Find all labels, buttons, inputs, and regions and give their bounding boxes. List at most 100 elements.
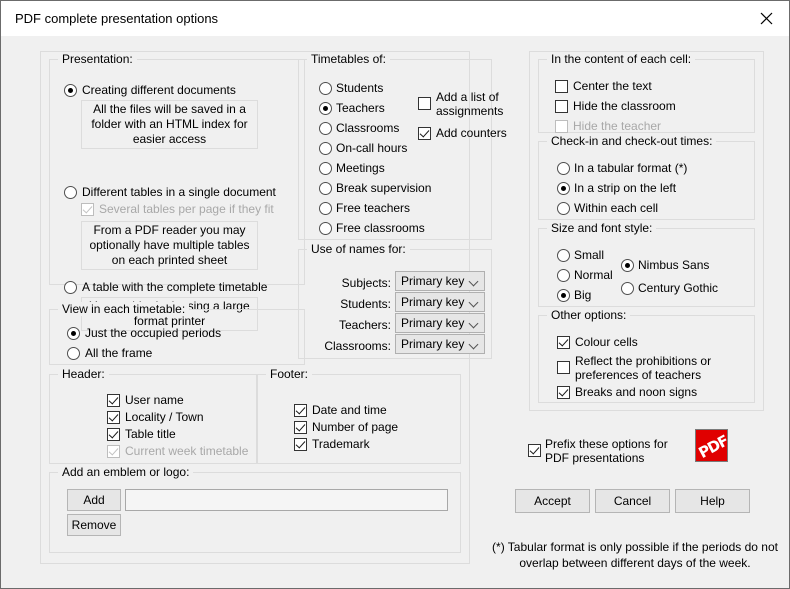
use-of-names-legend: Use of names for: <box>307 242 410 256</box>
checkbox-date-and-time[interactable] <box>294 404 307 417</box>
label-size-big: Big <box>574 288 592 302</box>
checkbox-reflect-prohibitions[interactable] <box>557 361 570 374</box>
checkbox-hide-the-teacher[interactable] <box>555 120 568 133</box>
label-creating-different-documents: Creating different documents <box>82 83 236 97</box>
label-students-names: Students: <box>340 297 391 311</box>
radio-free-teachers[interactable] <box>319 202 332 215</box>
checkbox-add-counters[interactable] <box>418 127 431 140</box>
label-free-teachers: Free teachers <box>336 201 411 215</box>
label-colour-cells: Colour cells <box>575 335 638 349</box>
checkbox-breaks-noon-signs[interactable] <box>557 386 570 399</box>
label-add-counters: Add counters <box>436 126 507 140</box>
label-classrooms-names: Classrooms: <box>324 339 391 353</box>
remove-button[interactable]: Remove <box>67 514 121 536</box>
label-font-century-gothic: Century Gothic <box>638 281 719 295</box>
label-current-week-timetable: Current week timetable <box>125 444 249 458</box>
combo-subjects[interactable]: Primary key <box>395 271 485 291</box>
radio-classrooms[interactable] <box>319 122 332 135</box>
label-size-small: Small <box>574 248 605 262</box>
label-size-normal: Normal <box>574 268 613 282</box>
size-font-style-legend: Size and font style: <box>547 221 657 235</box>
checkin-times-legend: Check-in and check-out times: <box>547 134 717 148</box>
view-in-each-timetable-legend: View in each timetable: <box>58 302 190 316</box>
label-in-a-strip-on-the-left: In a strip on the left <box>574 181 677 195</box>
checkbox-colour-cells[interactable] <box>557 336 570 349</box>
footnote-text: (*) Tabular format is only possible if t… <box>492 540 778 570</box>
radio-in-a-strip-on-the-left[interactable] <box>557 182 570 195</box>
label-teachers: Teachers <box>336 101 385 115</box>
combo-classrooms[interactable]: Primary key <box>395 334 485 354</box>
pdf-presentation-options-dialog: PDF complete presentation options Presen… <box>0 0 790 589</box>
radio-creating-different-documents[interactable] <box>64 84 77 97</box>
label-center-the-text: Center the text <box>573 79 652 93</box>
combo-students-value: Primary key <box>401 295 465 309</box>
label-table-complete-timetable: A table with the complete timetable <box>82 280 268 294</box>
dialog-body: Presentation: Creating different documen… <box>1 36 789 588</box>
label-several-tables-per-page: Several tables per page if they fit <box>99 202 274 216</box>
add-button[interactable]: Add <box>67 489 121 511</box>
help-button[interactable]: Help <box>675 489 750 513</box>
accept-button[interactable]: Accept <box>515 489 590 513</box>
cell-content-legend: In the content of each cell: <box>547 52 696 66</box>
radio-just-occupied-periods[interactable] <box>67 327 80 340</box>
label-meetings: Meetings <box>336 161 385 175</box>
info-creating-different-documents: All the files will be saved in a folder … <box>81 100 258 149</box>
checkbox-current-week-timetable[interactable] <box>107 445 120 458</box>
label-subjects: Subjects: <box>341 276 391 290</box>
radio-within-each-cell[interactable] <box>557 202 570 215</box>
close-icon[interactable] <box>743 1 789 35</box>
checkbox-prefix-options[interactable] <box>528 444 541 457</box>
label-students: Students <box>336 81 384 95</box>
label-break-supervision: Break supervision <box>336 181 432 195</box>
label-table-title: Table title <box>125 427 176 441</box>
radio-free-classrooms[interactable] <box>319 222 332 235</box>
cancel-button[interactable]: Cancel <box>595 489 670 513</box>
combo-students[interactable]: Primary key <box>395 292 485 312</box>
other-options-legend: Other options: <box>547 308 631 322</box>
checkbox-center-the-text[interactable] <box>555 80 568 93</box>
label-number-of-page: Number of page <box>312 420 399 434</box>
label-teachers-names: Teachers: <box>338 318 391 332</box>
checkbox-several-tables-per-page[interactable] <box>81 203 94 216</box>
radio-on-call-hours[interactable] <box>319 142 332 155</box>
radio-font-nimbus-sans[interactable] <box>621 259 634 272</box>
label-all-the-frame: All the frame <box>85 346 153 360</box>
radio-font-century-gothic[interactable] <box>621 282 634 295</box>
checkbox-add-list-of-assignments[interactable] <box>418 97 431 110</box>
label-just-occupied-periods: Just the occupied periods <box>85 326 222 340</box>
label-font-nimbus-sans: Nimbus Sans <box>638 258 710 272</box>
checkbox-user-name[interactable] <box>107 394 120 407</box>
radio-all-the-frame[interactable] <box>67 347 80 360</box>
label-different-tables-single-document: Different tables in a single document <box>82 185 276 199</box>
checkbox-table-title[interactable] <box>107 428 120 441</box>
radio-table-complete-timetable[interactable] <box>64 281 77 294</box>
radio-size-big[interactable] <box>557 289 570 302</box>
checkbox-trademark[interactable] <box>294 438 307 451</box>
emblem-path-input[interactable] <box>125 489 448 511</box>
label-breaks-noon-signs: Breaks and noon signs <box>575 385 698 399</box>
footer-legend: Footer: <box>266 367 313 381</box>
radio-break-supervision[interactable] <box>319 182 332 195</box>
combo-teachers[interactable]: Primary key <box>395 313 485 333</box>
timetables-of-legend: Timetables of: <box>307 52 390 66</box>
label-add-list-of-assignments: Add a list of assignments <box>436 90 504 118</box>
title-bar: PDF complete presentation options <box>1 1 789 37</box>
radio-meetings[interactable] <box>319 162 332 175</box>
label-free-classrooms: Free classrooms <box>336 221 425 235</box>
checkbox-locality-town[interactable] <box>107 411 120 424</box>
radio-size-normal[interactable] <box>557 269 570 282</box>
chevron-down-icon <box>470 340 478 348</box>
radio-size-small[interactable] <box>557 249 570 262</box>
checkbox-number-of-page[interactable] <box>294 421 307 434</box>
radio-teachers[interactable] <box>319 102 332 115</box>
radio-different-tables-single-document[interactable] <box>64 186 77 199</box>
chevron-down-icon <box>470 277 478 285</box>
checkbox-hide-the-classroom[interactable] <box>555 100 568 113</box>
emblem-group: Add an emblem or logo: <box>49 465 461 553</box>
label-on-call-hours: On-call hours <box>336 141 408 155</box>
radio-students[interactable] <box>319 82 332 95</box>
label-prefix-options: Prefix these options for PDF presentatio… <box>545 437 668 465</box>
radio-in-a-tabular-format[interactable] <box>557 162 570 175</box>
label-date-and-time: Date and time <box>312 403 387 417</box>
label-reflect-prohibitions: Reflect the prohibitions or preferences … <box>575 354 712 382</box>
